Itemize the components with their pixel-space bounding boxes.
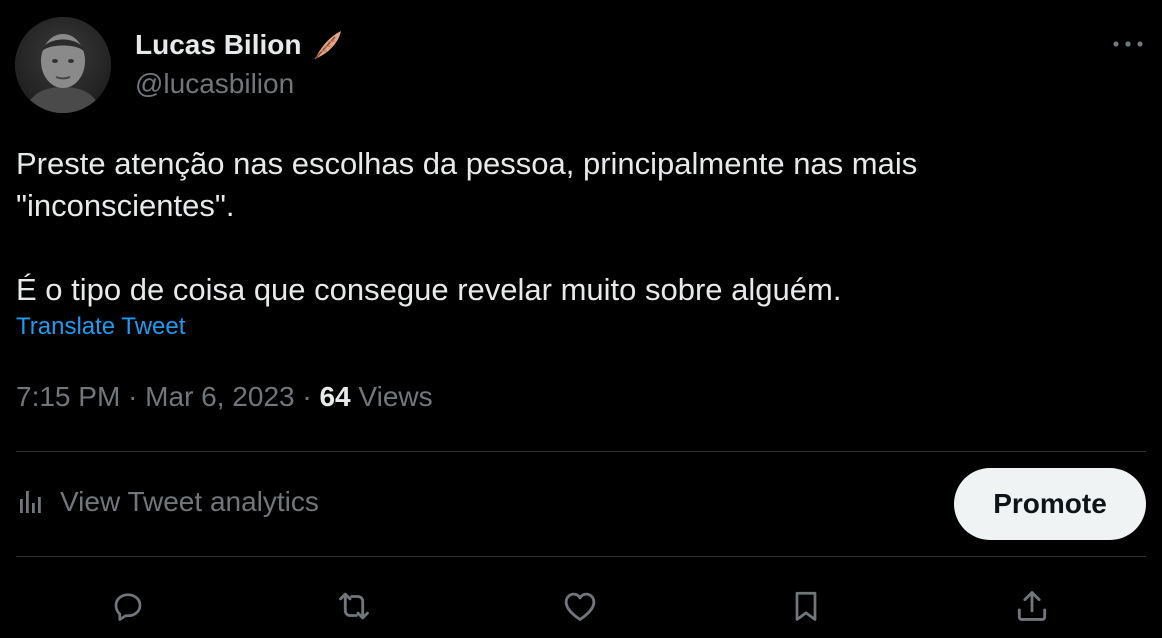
avatar-image: [15, 17, 111, 113]
views-count: 64: [319, 381, 351, 412]
analytics-icon: [20, 491, 41, 513]
tweet-card: Lucas Bilion @lucasbilion Preste atenção…: [0, 0, 1162, 638]
feather-icon: [309, 27, 345, 63]
view-analytics-link[interactable]: View Tweet analytics: [16, 486, 319, 518]
tweet-meta: 7:15 PM · Mar 6, 2023 · 64 Views: [16, 381, 433, 413]
meta-separator: ·: [128, 381, 138, 412]
tweet-text-line: Preste atenção nas escolhas da pessoa, p…: [16, 146, 918, 181]
user-handle[interactable]: @lucasbilion: [135, 68, 294, 100]
display-name[interactable]: Lucas Bilion: [135, 27, 345, 63]
avatar[interactable]: [15, 17, 111, 113]
divider: [16, 556, 1146, 557]
translate-tweet-link[interactable]: Translate Tweet: [16, 313, 185, 341]
display-name-text: Lucas Bilion: [135, 29, 302, 60]
tweet-text: Preste atenção nas escolhas da pessoa, p…: [16, 143, 1136, 311]
like-icon[interactable]: [560, 586, 600, 626]
tweet-text-line: "inconscientes".: [16, 188, 235, 223]
meta-separator: ·: [302, 381, 312, 412]
tweet-date[interactable]: Mar 6, 2023: [145, 381, 294, 412]
bookmark-icon[interactable]: [786, 586, 826, 626]
reply-icon[interactable]: [108, 586, 148, 626]
tweet-time[interactable]: 7:15 PM: [16, 381, 120, 412]
view-analytics-label: View Tweet analytics: [60, 486, 319, 517]
divider: [16, 451, 1146, 452]
more-options-icon[interactable]: [1110, 30, 1146, 58]
share-icon[interactable]: [1012, 586, 1052, 626]
promote-button[interactable]: Promote: [954, 468, 1146, 540]
retweet-icon[interactable]: [334, 586, 374, 626]
tweet-text-line: É o tipo de coisa que consegue revelar m…: [16, 272, 842, 307]
views-label: Views: [358, 381, 433, 412]
